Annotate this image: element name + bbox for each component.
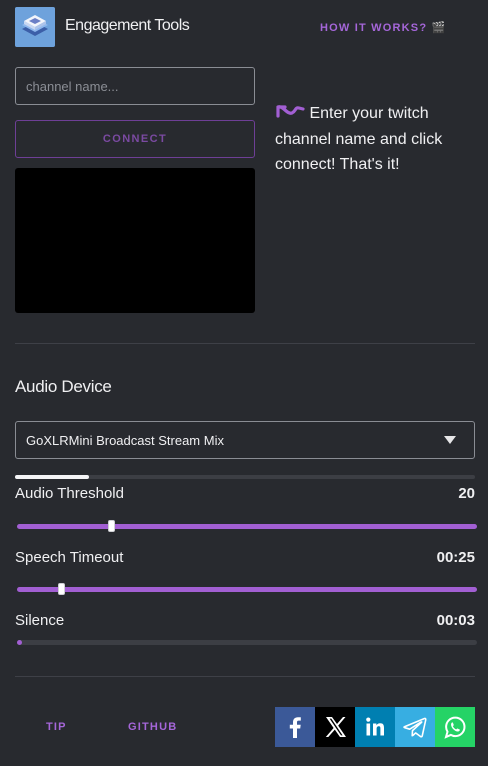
- slider-track: [17, 524, 477, 529]
- caret-down-icon: [444, 436, 456, 444]
- audio-threshold-value: 20: [458, 485, 475, 502]
- audio-level-fill: [15, 475, 89, 479]
- share-telegram-button[interactable]: [395, 707, 435, 747]
- share-facebook-button[interactable]: [275, 707, 315, 747]
- slider-track: [17, 640, 477, 645]
- instructions: Enter your twitch channel name and click…: [275, 101, 475, 178]
- audio-device-select[interactable]: GoXLRMini Broadcast Stream Mix: [15, 421, 475, 459]
- audio-level-meter: [15, 475, 475, 479]
- slider-thumb[interactable]: [107, 520, 115, 532]
- audio-threshold-label: Audio Threshold: [15, 485, 124, 502]
- silence-slider[interactable]: [15, 635, 477, 649]
- github-link[interactable]: GITHUB: [128, 721, 177, 733]
- divider: [15, 676, 475, 677]
- app-logo: [15, 7, 55, 47]
- facebook-icon: [289, 717, 301, 738]
- whatsapp-icon: [444, 716, 466, 739]
- share-x-button[interactable]: [315, 707, 355, 747]
- slider-fill: [17, 640, 22, 645]
- video-preview: [15, 168, 255, 313]
- how-it-works-link[interactable]: HOW IT WORKS? 🎬: [320, 21, 446, 34]
- share-whatsapp-button[interactable]: [435, 707, 475, 747]
- slider-track: [17, 587, 477, 592]
- telegram-icon: [403, 717, 427, 738]
- connect-button[interactable]: CONNECT: [15, 120, 255, 158]
- slider-thumb[interactable]: [57, 583, 65, 595]
- tip-link[interactable]: TIP: [46, 721, 67, 733]
- silence-label: Silence: [15, 612, 65, 629]
- x-icon: [325, 717, 346, 737]
- linkedin-icon: [366, 717, 384, 736]
- silence-value: 00:03: [436, 612, 475, 629]
- speech-timeout-label: Speech Timeout: [15, 549, 124, 566]
- share-linkedin-button[interactable]: [355, 707, 395, 747]
- speech-timeout-value: 00:25: [436, 549, 475, 566]
- squiggle-arrow-icon: [275, 102, 305, 118]
- audio-threshold-slider[interactable]: [15, 519, 477, 533]
- app-title: Engagement Tools: [65, 17, 190, 34]
- audio-device-value: GoXLRMini Broadcast Stream Mix: [26, 433, 224, 448]
- audio-device-heading: Audio Device: [15, 377, 112, 396]
- channel-name-input[interactable]: [15, 67, 255, 105]
- speech-timeout-slider[interactable]: [15, 582, 477, 596]
- divider: [15, 343, 475, 344]
